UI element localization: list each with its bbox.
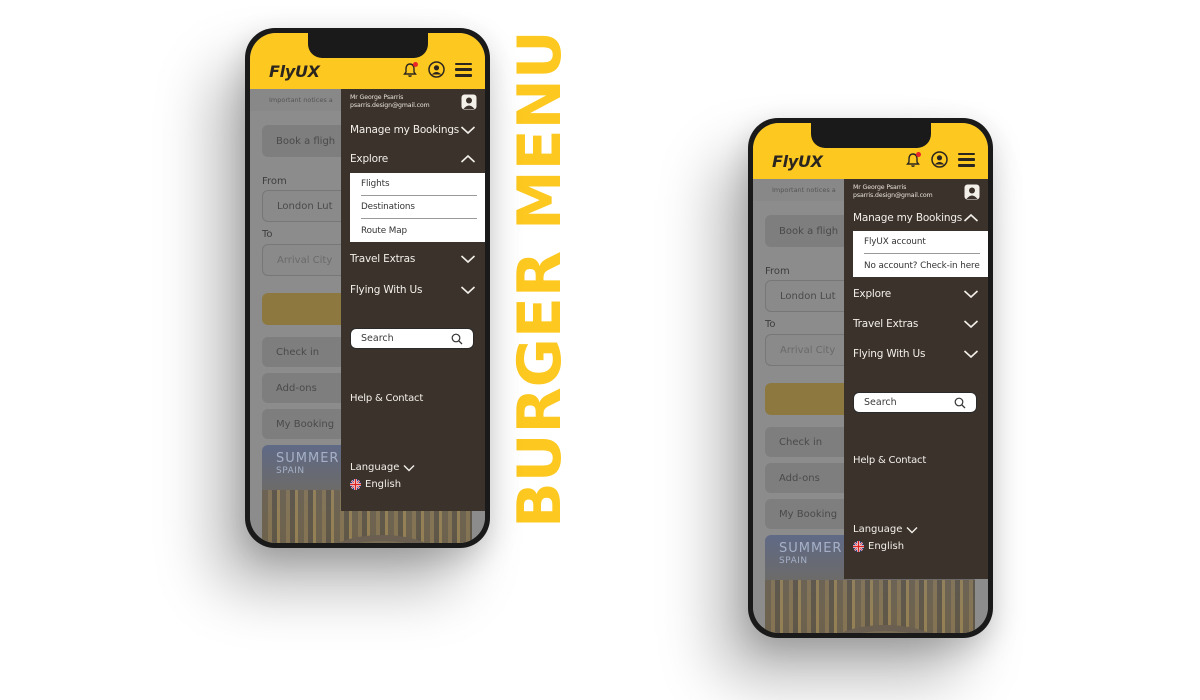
menu-item-label: Travel Extras (350, 252, 416, 265)
language-value: English (868, 541, 905, 552)
promo-title: SUMMER (276, 451, 340, 466)
account-icon[interactable] (931, 151, 948, 168)
menu-search-input[interactable]: Search (350, 328, 474, 349)
chevron-down-icon (963, 319, 979, 328)
to-label: To (765, 319, 776, 330)
menu-item-label: Explore (853, 288, 892, 300)
chevron-down-icon (460, 286, 476, 295)
bell-icon[interactable] (402, 61, 418, 78)
notification-badge (916, 151, 921, 157)
language-label: Language (350, 462, 400, 473)
manage-bookings-submenu: FlyUX account No account? Check-in here (853, 231, 988, 277)
uk-flag-icon (853, 541, 864, 552)
phone-notch (810, 123, 931, 148)
menu-item-label: Explore (350, 153, 389, 165)
submenu-item-route-map[interactable]: Route Map (361, 219, 477, 242)
headline-burger-menu: BURGER MENU (505, 30, 575, 528)
submenu-item-flights[interactable]: Flights (361, 173, 477, 196)
search-icon[interactable] (451, 333, 463, 345)
uk-flag-icon (350, 479, 361, 490)
user-avatar-icon (964, 184, 980, 200)
explore-submenu: Flights Destinations Route Map (350, 173, 485, 242)
from-label: From (765, 266, 790, 277)
menu-item-travel-extras[interactable]: Travel Extras (341, 242, 485, 275)
search-placeholder: Search (361, 333, 394, 344)
phone-screen: FlyUX Important notices a Book a fligh F… (753, 123, 988, 633)
phone-mockup-explore-expanded: FlyUX Important notices a Book a fligh F… (245, 28, 490, 548)
chevron-up-icon (460, 154, 476, 163)
chevron-down-icon (963, 350, 979, 359)
submenu-item-check-in[interactable]: No account? Check-in here (864, 254, 980, 277)
menu-item-label: Flying With Us (853, 348, 926, 360)
flyux-logo[interactable]: FlyUX (269, 62, 320, 81)
bell-icon[interactable] (905, 151, 921, 168)
flyux-logo[interactable]: FlyUX (772, 152, 823, 171)
search-icon[interactable] (954, 397, 966, 409)
menu-item-label: Flying With Us (350, 284, 423, 296)
menu-item-travel-extras[interactable]: Travel Extras (844, 309, 988, 338)
menu-item-label: Manage my Bookings (350, 124, 460, 136)
chevron-down-icon (460, 126, 476, 135)
language-label: Language (853, 524, 903, 535)
promo-subtitle: SPAIN (779, 556, 808, 566)
menu-item-label: Manage my Bookings (853, 212, 963, 224)
promo-subtitle: SPAIN (276, 466, 305, 476)
chevron-down-icon (963, 290, 979, 299)
phone-screen: FlyUX Important notices a Book a fligh F… (250, 33, 485, 543)
burger-menu-drawer: Mr George Psarris psarris.design@gmail.c… (844, 179, 988, 579)
hamburger-icon[interactable] (455, 62, 472, 77)
chevron-down-icon (460, 254, 476, 263)
menu-item-manage-bookings[interactable]: Manage my Bookings (341, 115, 485, 145)
language-selector[interactable]: Language (844, 524, 988, 535)
user-profile[interactable]: Mr George Psarris psarris.design@gmail.c… (844, 179, 988, 205)
to-label: To (262, 229, 273, 240)
menu-item-explore[interactable]: Explore (341, 145, 485, 173)
menu-item-manage-bookings[interactable]: Manage my Bookings (844, 205, 988, 231)
from-label: From (262, 176, 287, 187)
language-option-english[interactable]: English (844, 541, 988, 552)
account-icon[interactable] (428, 61, 445, 78)
menu-item-label: Travel Extras (853, 317, 919, 330)
phone-notch (307, 33, 428, 58)
language-value: English (365, 479, 402, 490)
menu-search-input[interactable]: Search (853, 392, 977, 413)
user-profile[interactable]: Mr George Psarris psarris.design@gmail.c… (341, 89, 485, 115)
promo-title: SUMMER (779, 541, 843, 556)
chevron-down-icon (403, 464, 415, 471)
menu-item-help-contact[interactable]: Help & Contact (341, 393, 485, 404)
chevron-down-icon (906, 526, 918, 533)
hamburger-icon[interactable] (958, 152, 975, 167)
menu-item-explore[interactable]: Explore (844, 279, 988, 309)
menu-item-help-contact[interactable]: Help & Contact (844, 455, 988, 466)
phone-mockup-manage-bookings-expanded: FlyUX Important notices a Book a fligh F… (748, 118, 993, 638)
menu-item-flying-with-us[interactable]: Flying With Us (844, 338, 988, 370)
language-selector[interactable]: Language (341, 462, 485, 473)
submenu-item-destinations[interactable]: Destinations (361, 196, 477, 219)
language-option-english[interactable]: English (341, 479, 485, 490)
user-avatar-icon (461, 94, 477, 110)
burger-menu-drawer: Mr George Psarris psarris.design@gmail.c… (341, 89, 485, 511)
search-placeholder: Search (864, 397, 897, 408)
notification-badge (413, 61, 418, 67)
menu-item-flying-with-us[interactable]: Flying With Us (341, 275, 485, 305)
submenu-item-flyux-account[interactable]: FlyUX account (864, 231, 980, 254)
chevron-up-icon (963, 213, 979, 222)
